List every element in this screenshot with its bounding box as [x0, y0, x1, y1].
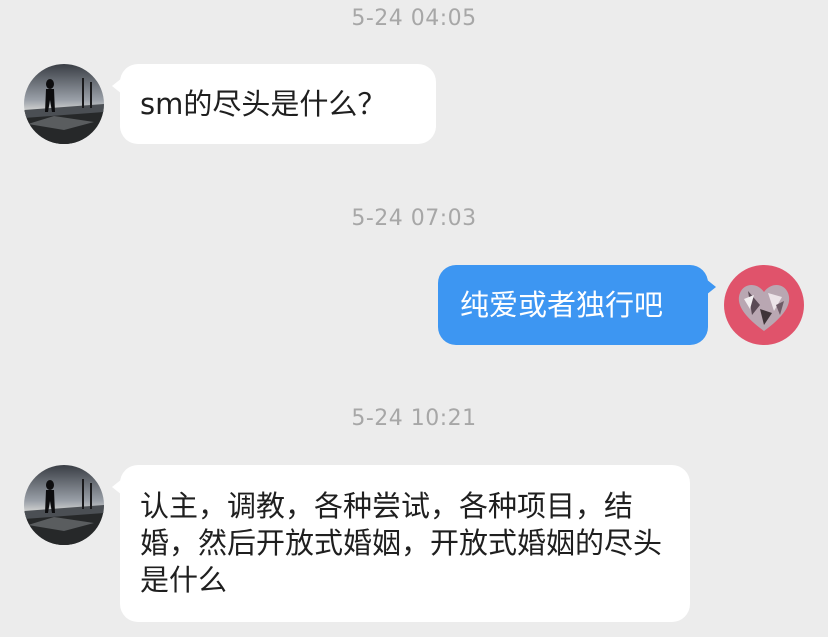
message-text: sm的尽头是什么？ — [140, 87, 387, 121]
contact-avatar[interactable] — [24, 465, 104, 545]
message-bubble[interactable]: 认主，调教，各种尝试，各种项目，结婚，然后开放式婚姻，开放式婚姻的尽头是什么 — [112, 465, 690, 622]
silhouette-street-photo-icon — [24, 64, 104, 144]
message-bubble[interactable]: 纯爱或者独行吧 — [438, 265, 716, 345]
message-bubble[interactable]: sm的尽头是什么？ — [112, 64, 436, 144]
timestamp: 5-24 07:03 — [351, 206, 477, 231]
pink-heart-icon — [724, 265, 804, 345]
message-text: 纯爱或者独行吧 — [460, 288, 664, 322]
timestamp: 5-24 04:05 — [351, 6, 477, 31]
timestamp: 5-24 10:21 — [351, 406, 477, 431]
silhouette-street-photo-icon — [24, 465, 104, 545]
user-avatar[interactable] — [724, 265, 804, 345]
message-text: 认主，调教，各种尝试，各种项目，结婚，然后开放式婚姻，开放式婚姻的尽头是什么 — [140, 489, 663, 597]
contact-avatar[interactable] — [24, 64, 104, 144]
